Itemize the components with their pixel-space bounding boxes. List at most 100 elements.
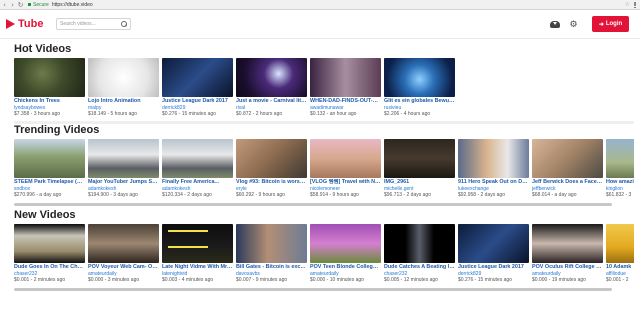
video-title[interactable]: Lojo Intro Animation xyxy=(88,98,159,105)
video-title[interactable]: Chickens In Trees xyxy=(14,98,85,105)
video-card[interactable]: IMG_2961 michelle.gent $96.713 - 2 days ag… xyxy=(384,139,455,201)
video-title[interactable]: POV Voyeur Web Cam- OOTD I xyxy=(88,264,159,271)
video-thumbnail[interactable] xyxy=(458,139,529,178)
video-card[interactable]: Late Night Vidme With Mr. Pe latenightvid… xyxy=(162,224,233,286)
forward-icon[interactable]: › xyxy=(9,1,16,9)
video-title[interactable]: Finally Free America... xyxy=(162,179,233,186)
video-title[interactable]: Bill Gates - Bitcoin is exciting xyxy=(236,264,307,271)
search-box[interactable] xyxy=(56,18,131,30)
video-card[interactable]: Dude Goes In On The Charlottechaser232$0… xyxy=(14,224,85,286)
bookmark-star-icon[interactable]: ☆ xyxy=(625,1,630,9)
back-icon[interactable]: ‹ xyxy=(1,1,8,9)
video-meta: $0.005 - 12 minutes ago xyxy=(384,277,438,283)
video-thumbnail[interactable] xyxy=(162,139,233,178)
video-thumbnail[interactable] xyxy=(606,139,634,178)
browser-menu-icon[interactable] xyxy=(634,1,636,9)
url-text[interactable]: https://dtube.video xyxy=(52,2,93,8)
video-title[interactable]: Justice League Dark 2017 xyxy=(162,98,233,105)
video-thumbnail[interactable] xyxy=(384,224,455,263)
video-title[interactable]: How amazing xyxy=(606,179,634,186)
video-title[interactable]: Just a movie - Carnival lit para xyxy=(236,98,307,105)
video-thumbnail[interactable] xyxy=(88,58,159,97)
video-title[interactable]: STEEM Park Timelapse (Sneak xyxy=(14,179,85,186)
video-title[interactable]: POV Teen Blonde College Actre xyxy=(310,264,381,271)
video-meta: $58.914 - 9 hours ago xyxy=(310,192,359,198)
cloud-upload-icon xyxy=(549,21,560,28)
video-card[interactable]: How amazingkinglion$61.832 - 3 xyxy=(606,139,634,201)
video-meta: $68.014 - a day ago xyxy=(532,192,577,198)
video-thumbnail[interactable] xyxy=(310,58,381,97)
video-card[interactable]: Vlog #93: Bitcoin is worse thaneryle$60.… xyxy=(236,139,307,201)
video-card[interactable]: Glit es ein globales Bewusste rusivieu $2.… xyxy=(384,58,455,120)
video-thumbnail[interactable] xyxy=(14,224,85,263)
video-card[interactable]: Finally Free America... adamkokesh $120.33… xyxy=(162,139,233,201)
video-title[interactable]: POV Oculus Rift College Teen I xyxy=(532,264,603,271)
video-title[interactable]: Dude Catches A Beating In The xyxy=(384,264,455,271)
video-title[interactable]: WHEN-DAD-FINDS-OUT-About xyxy=(310,98,381,105)
video-card[interactable]: Jeff Berwick Does a Facebook jeffberwick $… xyxy=(532,139,603,201)
scrollbar-trending[interactable] xyxy=(14,203,612,206)
video-thumbnail[interactable] xyxy=(310,139,381,178)
video-title[interactable]: Glit es ein globales Bewusste xyxy=(384,98,455,105)
scrollbar-hot[interactable] xyxy=(14,121,634,124)
video-card[interactable]: Justice League Dark 2017 derrick829 $0.276… xyxy=(162,58,233,120)
video-card[interactable]: Justice League Dark 2017 derrick829 $0.276… xyxy=(458,224,529,286)
video-card[interactable]: [VLOG 팸팸] Travel with Nicole nicolemoneer… xyxy=(310,139,381,201)
secure-indicator[interactable]: Secure xyxy=(28,2,49,8)
secure-label: Secure xyxy=(33,1,49,8)
video-card[interactable]: Bill Gates - Bitcoin is exciting davosavb… xyxy=(236,224,307,286)
video-thumbnail[interactable] xyxy=(162,58,233,97)
video-title[interactable]: Dude Goes In On The Charlotte xyxy=(14,264,85,271)
video-card[interactable]: POV Teen Blonde College Actreamateurdail… xyxy=(310,224,381,286)
reload-icon[interactable]: ↻ xyxy=(17,1,24,9)
video-card[interactable]: Just a movie - Carnival lit para rival $0.… xyxy=(236,58,307,120)
video-title[interactable]: Jeff Berwick Does a Facebook xyxy=(532,179,603,186)
video-thumbnail[interactable] xyxy=(384,58,455,97)
video-card[interactable]: Major YouTuber Jumps Ship adamkokesh $194.… xyxy=(88,139,159,201)
video-title[interactable]: Major YouTuber Jumps Ship xyxy=(88,179,159,186)
row-new-videos: Dude Goes In On The Charlottechaser232$0… xyxy=(14,224,634,286)
video-card[interactable]: POV Oculus Rift College Teen Iamateurdai… xyxy=(532,224,603,286)
logo[interactable]: Tube xyxy=(5,18,43,30)
video-card[interactable]: 911 Hero Speak Out on Donald lukeexchange… xyxy=(458,139,529,201)
video-card[interactable]: WHEN-DAD-FINDS-OUT-About awadimunawar $0.1… xyxy=(310,58,381,120)
search-input[interactable] xyxy=(60,21,120,27)
login-button[interactable]: ➜ Login xyxy=(592,16,629,32)
video-card[interactable]: Chickens In Trees lyndsaybowes $7.358 - 3 … xyxy=(14,58,85,120)
video-title[interactable]: Justice League Dark 2017 xyxy=(458,264,529,271)
video-card[interactable]: Lojo Intro Animation malpy $18.149 - 5 hou… xyxy=(88,58,159,120)
video-thumbnail[interactable] xyxy=(384,139,455,178)
thumbnail-graphic xyxy=(168,230,208,248)
video-thumbnail[interactable] xyxy=(310,224,381,263)
video-thumbnail[interactable] xyxy=(236,58,307,97)
video-thumbnail[interactable] xyxy=(606,224,634,263)
scrollbar-new[interactable] xyxy=(14,288,612,291)
video-title[interactable]: IMG_2961 xyxy=(384,179,455,186)
video-thumbnail[interactable] xyxy=(14,139,85,178)
video-thumbnail[interactable] xyxy=(532,224,603,263)
video-meta: $0.003 - 4 minutes ago xyxy=(162,277,214,283)
settings-button[interactable]: ⚙ xyxy=(568,19,579,30)
video-thumbnail[interactable] xyxy=(162,224,233,263)
video-thumbnail[interactable] xyxy=(236,139,307,178)
video-thumbnail[interactable] xyxy=(14,58,85,97)
video-thumbnail[interactable] xyxy=(88,139,159,178)
video-meta: $0.276 - 15 minutes ago xyxy=(162,111,216,117)
video-thumbnail[interactable] xyxy=(88,224,159,263)
video-card[interactable]: POV Voyeur Web Cam- OOTD Iamateurdaily $0… xyxy=(88,224,159,286)
video-card[interactable]: STEEM Park Timelapse (Sneak sndbox $270.99… xyxy=(14,139,85,201)
video-card[interactable]: 10 Adamk affiliodue $0.001 - 2 xyxy=(606,224,634,286)
video-thumbnail[interactable] xyxy=(458,224,529,263)
video-title[interactable]: Vlog #93: Bitcoin is worse than xyxy=(236,179,307,186)
video-card[interactable]: Dude Catches A Beating In Thechaser232$0… xyxy=(384,224,455,286)
video-meta: $0.132 - an hour ago xyxy=(310,111,357,117)
video-title[interactable]: 911 Hero Speak Out on Donald xyxy=(458,179,529,186)
video-thumbnail[interactable] xyxy=(532,139,603,178)
video-title[interactable]: Late Night Vidme With Mr. Pe xyxy=(162,264,233,271)
upload-button[interactable] xyxy=(549,19,560,30)
video-meta: $0.000 - 10 minutes ago xyxy=(310,277,364,283)
search-icon[interactable] xyxy=(121,21,127,27)
video-title[interactable]: [VLOG 팸팸] Travel with Nicole xyxy=(310,179,381,186)
video-title[interactable]: 10 Adamk xyxy=(606,264,634,271)
video-thumbnail[interactable] xyxy=(236,224,307,263)
